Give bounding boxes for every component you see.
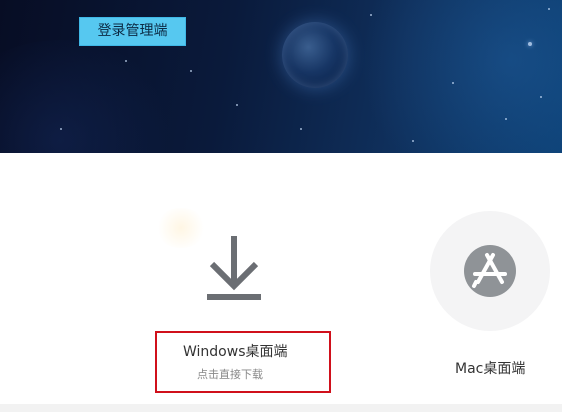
decorative-glow bbox=[155, 208, 207, 248]
download-icon[interactable] bbox=[205, 236, 263, 302]
star bbox=[125, 60, 127, 62]
star bbox=[505, 118, 507, 120]
star bbox=[548, 8, 550, 10]
planet-graphic bbox=[282, 22, 348, 88]
admin-login-button[interactable]: 登录管理端 bbox=[79, 17, 186, 46]
star bbox=[300, 128, 302, 130]
star bbox=[412, 140, 414, 142]
star bbox=[452, 82, 454, 84]
windows-download-subtitle[interactable]: 点击直接下载 bbox=[197, 366, 263, 382]
windows-desktop-title[interactable]: Windows桌面端 bbox=[183, 341, 288, 361]
star bbox=[236, 104, 238, 106]
section-divider bbox=[0, 404, 562, 412]
star bbox=[540, 96, 542, 98]
hero-glow bbox=[0, 40, 180, 153]
star bbox=[60, 128, 62, 130]
hero-banner: 登录管理端 bbox=[0, 0, 562, 153]
star bbox=[190, 70, 192, 72]
star bbox=[370, 14, 372, 16]
star bbox=[528, 42, 532, 46]
hero-glow bbox=[360, 0, 562, 153]
mac-desktop-title[interactable]: Mac桌面端 bbox=[455, 358, 525, 378]
app-store-icon[interactable] bbox=[464, 245, 516, 297]
